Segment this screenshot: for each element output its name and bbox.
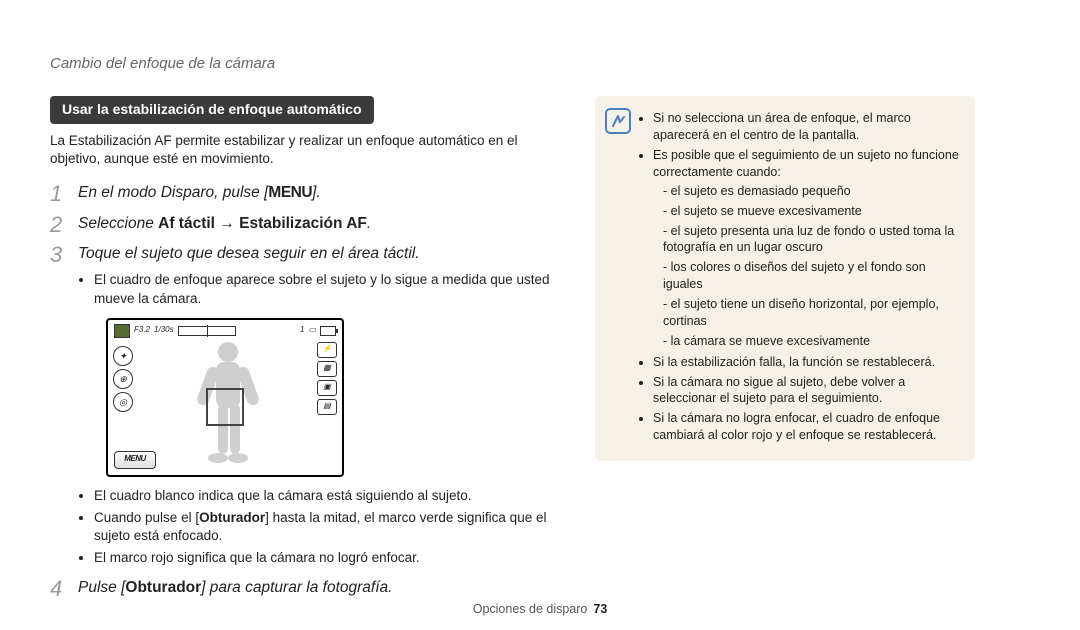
note-2c: el sujeto presenta una luz de fondo o us…: [663, 223, 961, 257]
camera-preview: F3.2 1/30s 1 ▭ ✦ ⊕ ◎: [106, 318, 344, 477]
section-heading: Usar la estabilización de enfoque automá…: [50, 96, 374, 124]
note-2d: los colores o diseños del sujeto y el fo…: [663, 259, 961, 293]
intro-text: La Estabilización AF permite estabilizar…: [50, 132, 555, 168]
steps-list: En el modo Disparo, pulse [MENU]. Selecc…: [50, 183, 555, 599]
camera-option-1-icon: ✦: [113, 346, 133, 366]
step-3-text: Toque el sujeto que desea seguir en el á…: [78, 245, 420, 262]
exposure-scale-icon: [178, 326, 236, 336]
note-2-sublist: el sujeto es demasiado pequeño el sujeto…: [653, 183, 961, 350]
page-header: Cambio del enfoque de la cámara: [50, 54, 1030, 74]
left-column: Usar la estabilización de enfoque automá…: [50, 96, 555, 608]
note-2a: el sujeto es demasiado pequeño: [663, 183, 961, 200]
step-3-sub-2: El cuadro blanco indica que la cámara es…: [94, 487, 555, 505]
mode-thumb-icon: [114, 324, 130, 338]
note-1: Si no selecciona un área de enfoque, el …: [653, 110, 961, 144]
note-2b: el sujeto se mueve excesivamente: [663, 203, 961, 220]
page-footer: Opciones de disparo 73: [0, 601, 1080, 618]
step-2-pre: Seleccione: [78, 215, 158, 232]
size-icon: ▦: [317, 361, 337, 377]
step-4-bold: Obturador: [125, 579, 201, 596]
note-3: Si la estabilización falla, la función s…: [653, 354, 961, 371]
step-4: Pulse [Obturador] para capturar la fotog…: [50, 578, 555, 599]
drive-icon: ▤: [317, 399, 337, 415]
flash-icon: ⚡: [317, 342, 337, 358]
camera-count: 1: [300, 325, 304, 336]
menu-key-icon: MENU: [268, 184, 312, 201]
step-3-sub-4: El marco rojo significa que la cámara no…: [94, 549, 555, 567]
footer-page-number: 73: [593, 602, 607, 616]
step-2-bold2: Estabilización AF: [239, 215, 367, 232]
right-column: Si no selecciona un área de enfoque, el …: [595, 96, 975, 608]
step-3-sub-3-pre: Cuando pulse el [: [94, 510, 199, 525]
step-1: En el modo Disparo, pulse [MENU].: [50, 183, 555, 204]
sd-card-icon: ▭: [308, 325, 316, 336]
step-3-sub-1: El cuadro de enfoque aparece sobre el su…: [94, 271, 555, 307]
step-2-bold1: Af táctil: [158, 215, 215, 232]
step-2: Seleccione Af táctil → Estabilización AF…: [50, 214, 555, 235]
metering-icon: ▣: [317, 380, 337, 396]
step-1-post: ].: [312, 184, 321, 201]
note-list: Si no selecciona un área de enfoque, el …: [609, 110, 961, 444]
note-5: Si la cámara no logra enfocar, el cuadro…: [653, 410, 961, 444]
step-3-sub-3-bold: Obturador: [199, 510, 265, 525]
camera-option-2-icon: ⊕: [113, 369, 133, 389]
step-2-post: .: [367, 215, 371, 232]
camera-right-icons: ⚡ ▦ ▣ ▤: [317, 342, 337, 415]
note-2f: la cámara se mueve excesivamente: [663, 333, 961, 350]
note-2-text: Es posible que el seguimiento de un suje…: [653, 148, 959, 179]
step-3-sub-list: El cuadro de enfoque aparece sobre el su…: [78, 271, 555, 307]
step-4-pre: Pulse [: [78, 579, 125, 596]
note-icon: [605, 108, 631, 134]
step-3-sub-3: Cuando pulse el [Obturador] hasta la mit…: [94, 509, 555, 545]
battery-icon: [320, 326, 336, 336]
note-4: Si la cámara no sigue al sujeto, debe vo…: [653, 374, 961, 408]
step-3: Toque el sujeto que desea seguir en el á…: [50, 244, 555, 567]
camera-topbar: F3.2 1/30s 1 ▭: [114, 324, 336, 338]
focus-box: [206, 388, 244, 426]
camera-menu-button[interactable]: MENU: [114, 451, 156, 469]
camera-left-icons: ✦ ⊕ ◎: [113, 346, 133, 412]
camera-shutter: 1/30s: [154, 325, 174, 336]
note-2e: el sujeto tiene un diseño horizontal, po…: [663, 296, 961, 330]
step-4-post: ] para capturar la fotografía.: [201, 579, 392, 596]
camera-fstop: F3.2: [134, 325, 150, 336]
note-box: Si no selecciona un área de enfoque, el …: [595, 96, 975, 461]
step-3-sub-list-2: El cuadro blanco indica que la cámara es…: [78, 487, 555, 568]
footer-section: Opciones de disparo: [473, 602, 588, 616]
camera-option-3-icon: ◎: [113, 392, 133, 412]
note-2: Es posible que el seguimiento de un suje…: [653, 147, 961, 350]
arrow-icon: →: [215, 215, 239, 232]
step-1-pre: En el modo Disparo, pulse [: [78, 184, 268, 201]
